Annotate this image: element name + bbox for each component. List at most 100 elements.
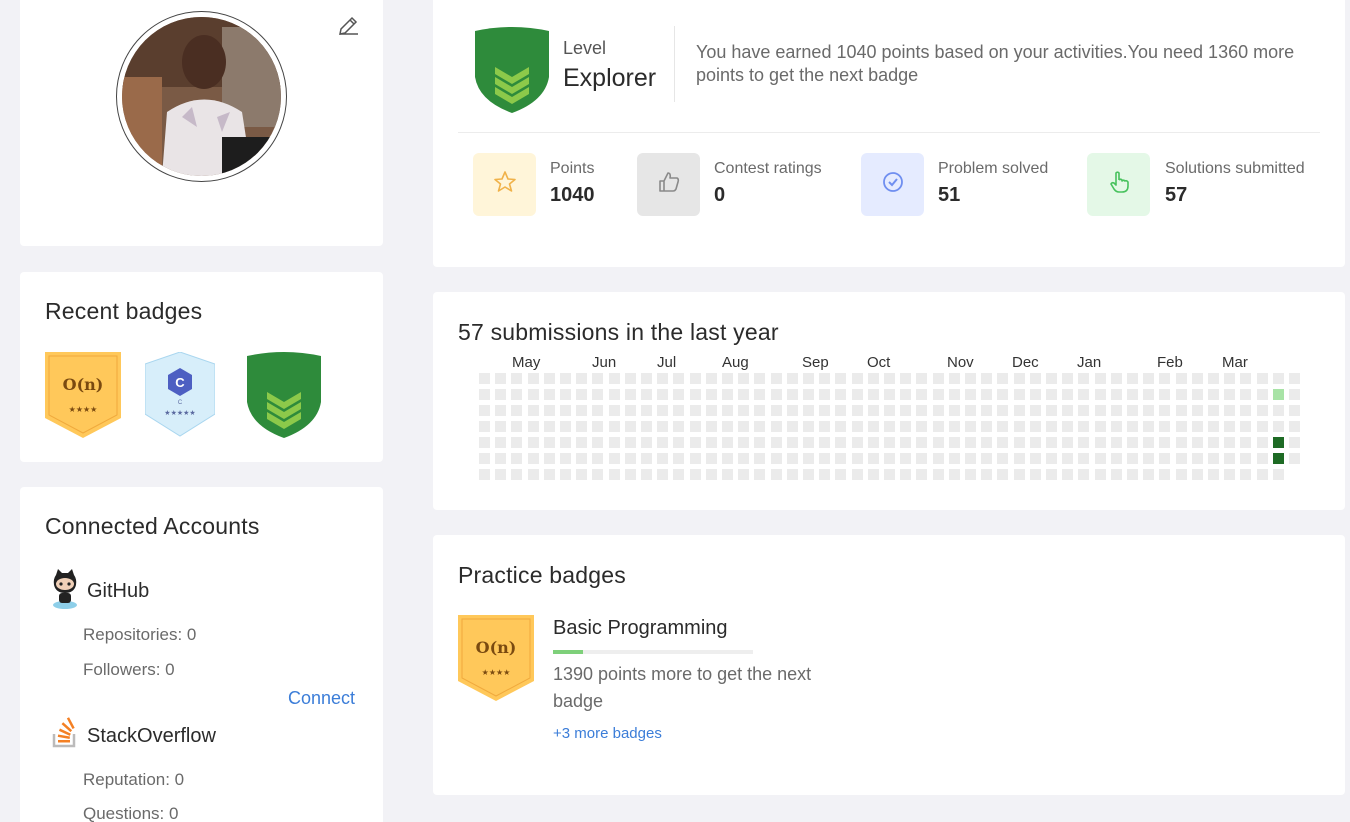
heatmap-cell [1110, 437, 1122, 448]
heatmap-cell [495, 469, 507, 480]
heatmap-cell [608, 469, 620, 480]
recent-badges-title: Recent badges [45, 298, 203, 324]
heatmap-cell [511, 421, 523, 432]
heatmap-cell [884, 389, 895, 400]
heatmap-cell [867, 405, 879, 416]
heatmap-cell [657, 453, 669, 464]
heatmap-cell [592, 437, 604, 448]
heatmap-cell [819, 373, 831, 384]
heatmap-cell [819, 437, 831, 448]
heatmap-cell [867, 373, 879, 384]
heatmap-cell [511, 469, 523, 480]
heatmap-cell [948, 453, 960, 464]
heatmap-cell [932, 453, 944, 464]
heatmap-cell [495, 389, 507, 400]
heatmap-cell [576, 453, 588, 464]
heatmap-cell [1208, 373, 1219, 384]
heatmap-cell [835, 421, 847, 432]
level-name: Explorer [563, 64, 657, 92]
connected-accounts-title: Connected Accounts [45, 513, 260, 539]
heatmap-cell [819, 405, 831, 416]
heatmap-cell [543, 389, 555, 400]
heatmap-cell [576, 437, 588, 448]
heatmap-cell [819, 389, 831, 400]
pencil-icon[interactable] [336, 14, 360, 38]
month-label: Oct [867, 354, 891, 371]
heatmap-cell [1175, 405, 1187, 416]
avatar[interactable] [122, 17, 281, 176]
heatmap-cell [851, 373, 863, 384]
heatmap-cell [1224, 373, 1236, 384]
heatmap-cell [1224, 437, 1236, 448]
github-connect-link[interactable]: Connect [288, 688, 355, 709]
heatmap-cell [705, 437, 717, 448]
check-circle-icon [881, 170, 905, 199]
heatmap-cell [1127, 437, 1138, 448]
heatmap-cell [981, 469, 993, 480]
month-label: Sep [802, 354, 829, 371]
heatmap-cell [965, 421, 976, 432]
heatmap-cell [916, 437, 928, 448]
heatmap-cell [722, 421, 733, 432]
heatmap-cell [1289, 405, 1300, 416]
heatmap-cell [1013, 421, 1025, 432]
heatmap-cell [1208, 469, 1219, 480]
heatmap-cell [754, 405, 766, 416]
heatmap-cell [900, 437, 912, 448]
practice-badges-card: Practice badges O(n) ★★★★ Basic Programm… [433, 535, 1345, 795]
heatmap-cell [770, 373, 782, 384]
heatmap-cell [673, 405, 685, 416]
heatmap-cell [560, 469, 571, 480]
heatmap-cell [997, 437, 1009, 448]
heatmap-cell [770, 437, 782, 448]
connected-accounts-card: Connected Accounts GitHub Repositories: … [20, 487, 383, 822]
heatmap-cell [1224, 469, 1236, 480]
heatmap-cell [673, 437, 685, 448]
heatmap-cell [608, 453, 620, 464]
heatmap-cell [803, 421, 814, 432]
more-badges-link[interactable]: +3 more badges [553, 725, 662, 742]
heatmap-cell [1046, 421, 1057, 432]
heatmap-cell [867, 437, 879, 448]
heatmap-cell [624, 389, 636, 400]
complexity-badge[interactable]: O(n) ★★★★ [45, 352, 121, 443]
heatmap-cell [624, 437, 636, 448]
heatmap-cell [1013, 373, 1025, 384]
heatmap-cell [786, 453, 798, 464]
heatmap-cell [1159, 389, 1171, 400]
heatmap-cell [1078, 405, 1090, 416]
heatmap-cell [754, 373, 766, 384]
heatmap-cell [932, 405, 944, 416]
heatmap-cell [1062, 453, 1074, 464]
stackoverflow-questions: Questions: 0 [83, 804, 179, 822]
heatmap-cell [592, 405, 604, 416]
heatmap-cell [673, 453, 685, 464]
heatmap-cell [803, 437, 814, 448]
heatmap-cell [560, 421, 571, 432]
heatmap-cell [1078, 437, 1090, 448]
c-language-badge[interactable]: C C ★★★★★ [144, 351, 216, 443]
basic-programming-badge[interactable]: O(n) ★★★★ [458, 615, 534, 706]
month-label: Dec [1012, 354, 1039, 371]
solutions-value: 57 [1165, 184, 1188, 206]
heatmap-cell [1240, 405, 1252, 416]
heatmap-cell [527, 373, 539, 384]
heatmap-cell [1175, 469, 1187, 480]
heatmap-cell [932, 469, 944, 480]
heatmap-cell [657, 405, 669, 416]
github-repositories: Repositories: 0 [83, 625, 197, 644]
heatmap-cell [948, 405, 960, 416]
heatmap-cell [1240, 453, 1252, 464]
heatmap-cell [916, 453, 928, 464]
heatmap-cell [1110, 373, 1122, 384]
heatmap-cell [835, 389, 847, 400]
heatmap-cell [981, 437, 993, 448]
heatmap-cell [786, 421, 798, 432]
heatmap-cell [1272, 389, 1284, 400]
heatmap-cell [948, 389, 960, 400]
heatmap-cell [786, 405, 798, 416]
heatmap-cell [1127, 469, 1138, 480]
explorer-level-badge[interactable] [245, 352, 323, 443]
heatmap-cell [560, 453, 571, 464]
heatmap-cell [1046, 453, 1057, 464]
